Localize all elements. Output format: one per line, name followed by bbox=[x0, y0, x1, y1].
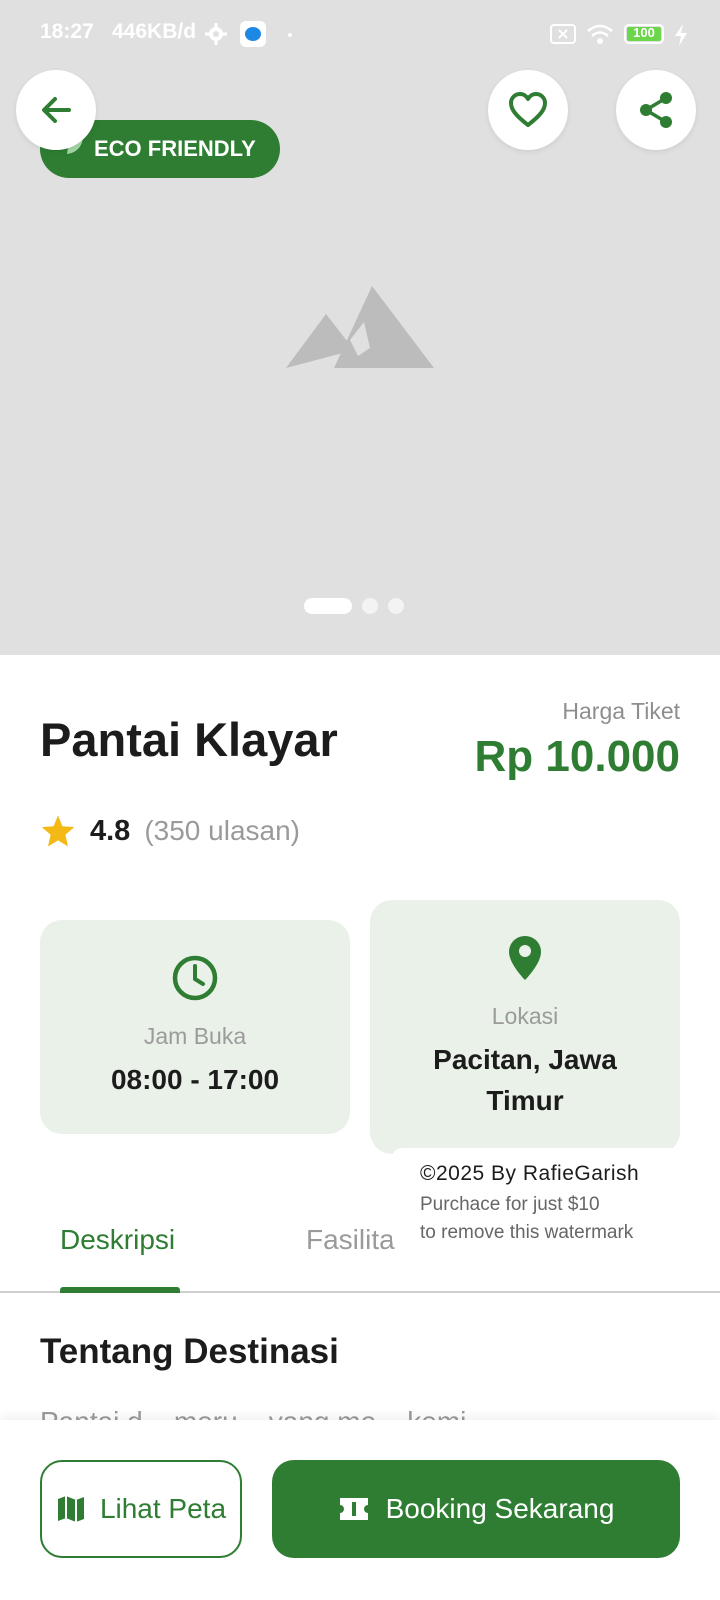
watermark-copyright: ©2025 By RafieGarish bbox=[420, 1162, 640, 1185]
location-label: Lokasi bbox=[491, 1003, 559, 1029]
location-value: Pacitan, Jawa Timur bbox=[433, 1044, 617, 1116]
share-button[interactable] bbox=[616, 70, 696, 150]
status-time: 18:27 bbox=[40, 20, 94, 43]
heart-icon bbox=[509, 92, 547, 127]
rating-value: 4.8 bbox=[90, 814, 131, 847]
view-map-button[interactable]: Lihat Peta bbox=[40, 1460, 242, 1558]
back-button[interactable] bbox=[16, 70, 96, 150]
hours-label: Jam Buka bbox=[143, 1023, 247, 1049]
rating-row: 4.8 (350 ulasan) bbox=[40, 814, 300, 848]
favorite-button[interactable] bbox=[488, 70, 568, 150]
ticket-icon bbox=[339, 1498, 368, 1520]
carousel-dot[interactable] bbox=[388, 598, 404, 614]
ticket-price: Rp 10.000 bbox=[474, 732, 680, 781]
location-pin-icon bbox=[509, 936, 541, 980]
tab-fasilitas[interactable]: Fasilita bbox=[306, 1224, 395, 1256]
image-placeholder-icon bbox=[286, 286, 434, 368]
review-count: (350 ulasan) bbox=[144, 815, 300, 846]
active-tab-indicator bbox=[60, 1287, 180, 1293]
eco-badge-label: ECO FRIENDLY bbox=[94, 136, 256, 161]
settings-icon bbox=[205, 23, 227, 45]
app-notification-icon bbox=[240, 21, 266, 47]
watermark-overlay: ©2025 By RafieGarish Purchace for just $… bbox=[392, 1148, 682, 1250]
tab-deskripsi[interactable]: Deskripsi bbox=[60, 1224, 175, 1256]
status-bar: 18:27 446KB/d 100 bbox=[0, 0, 720, 70]
charging-icon bbox=[675, 24, 687, 46]
price-label: Harga Tiket bbox=[562, 698, 680, 724]
location-card: Lokasi Pacitan, Jawa Timur bbox=[370, 900, 680, 1154]
share-icon bbox=[640, 92, 672, 128]
arrow-left-icon bbox=[42, 97, 71, 123]
carousel-indicator bbox=[304, 598, 404, 614]
clock-icon bbox=[172, 955, 218, 1001]
watermark-purchase: Purchace for just $10 bbox=[420, 1194, 600, 1215]
star-icon bbox=[41, 815, 75, 847]
map-icon bbox=[57, 1496, 84, 1522]
sim-missing-icon bbox=[550, 24, 576, 44]
opening-hours-card: Jam Buka 08:00 - 17:00 bbox=[40, 920, 350, 1134]
battery-icon: 100 bbox=[624, 24, 664, 44]
hero-image-carousel[interactable]: 18:27 446KB/d 100 ECO FRIENDLY bbox=[0, 0, 720, 655]
battery-level: 100 bbox=[633, 25, 655, 40]
carousel-dot[interactable] bbox=[362, 598, 378, 614]
status-network-speed: 446KB/d bbox=[112, 20, 197, 43]
wifi-icon bbox=[587, 24, 613, 44]
destination-title: Pantai Klayar bbox=[40, 713, 338, 766]
about-section-title: Tentang Destinasi bbox=[40, 1332, 339, 1371]
booking-now-label: Booking Sekarang bbox=[385, 1493, 615, 1524]
carousel-dot-active[interactable] bbox=[304, 598, 352, 614]
booking-now-button[interactable]: Booking Sekarang bbox=[272, 1460, 680, 1558]
notification-dot bbox=[288, 33, 292, 37]
watermark-remove: to remove this watermark bbox=[420, 1222, 634, 1243]
view-map-label: Lihat Peta bbox=[99, 1493, 227, 1524]
hours-value: 08:00 - 17:00 bbox=[110, 1064, 280, 1095]
